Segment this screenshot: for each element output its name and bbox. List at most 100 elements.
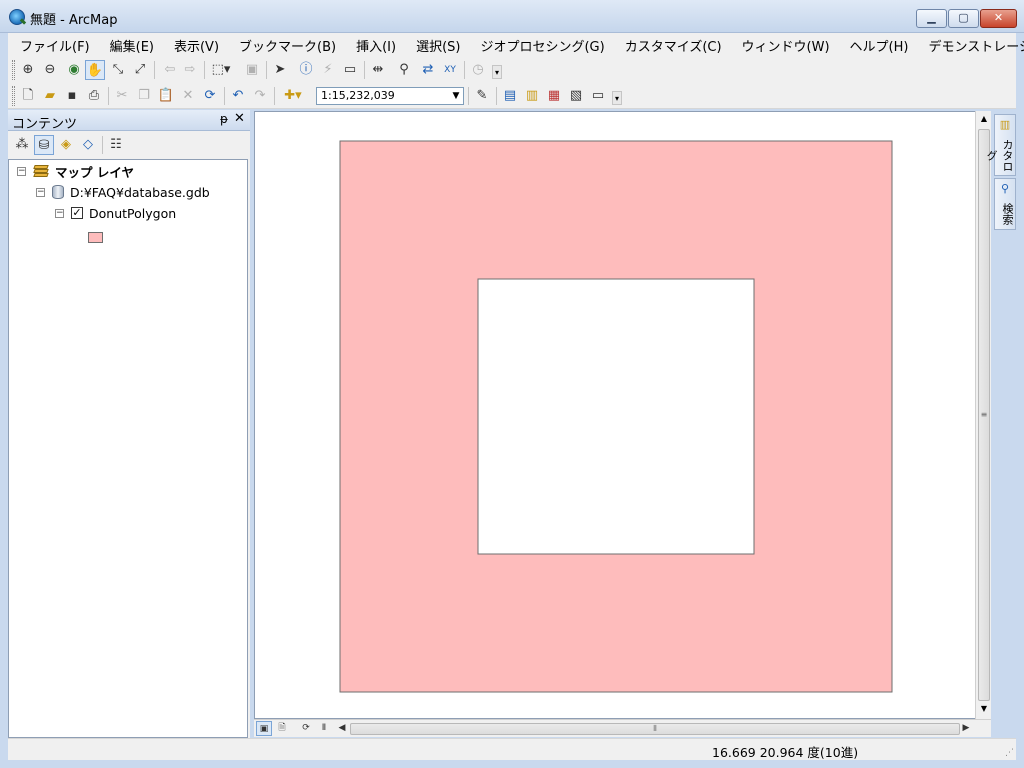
minimize-button[interactable]: ▁ <box>916 9 947 28</box>
scroll-right-icon[interactable]: ▶ <box>958 721 974 736</box>
html-popup-icon[interactable]: ▭ <box>340 60 360 80</box>
xy-icon[interactable]: XY <box>440 60 460 80</box>
pause-drawing-icon[interactable]: Ⅱ <box>316 721 332 736</box>
find-route-icon[interactable]: ⇄ <box>418 60 438 80</box>
close-icon[interactable]: ✕ <box>234 111 245 126</box>
toolbar-separator <box>496 87 497 105</box>
toolbar-separator <box>224 87 225 105</box>
vertical-scrollbar[interactable]: ▲ ≡ ▼ <box>975 111 991 719</box>
python-window-icon[interactable]: ▭ <box>588 86 608 106</box>
refresh-view-icon[interactable]: ⟳ <box>298 721 314 736</box>
back-arrow-icon[interactable]: ⇦ <box>160 60 180 80</box>
list-by-visibility-icon[interactable]: ◈ <box>56 135 76 155</box>
hyperlink-icon[interactable]: ⚡ <box>318 60 338 80</box>
tree-row-layer[interactable]: − ✓ DonutPolygon <box>55 203 176 223</box>
list-by-drawing-order-icon[interactable]: ⁂ <box>12 135 32 155</box>
layer-symbol-swatch[interactable] <box>88 232 103 243</box>
horizontal-scrollbar[interactable]: ▣ 🗎 ⟳ Ⅱ ◀ ⦀ ▶ <box>254 719 991 737</box>
scroll-down-icon[interactable]: ▼ <box>976 701 992 717</box>
select-features-icon[interactable]: ⬚▾ <box>208 60 234 80</box>
list-by-selection-icon[interactable]: ◇ <box>78 135 98 155</box>
scroll-up-icon[interactable]: ▲ <box>976 111 992 127</box>
editor-toolbar-icon[interactable]: ✎ <box>472 86 492 106</box>
toolbar-separator <box>364 61 365 79</box>
close-button[interactable]: ✕ <box>980 9 1017 28</box>
menu-insert[interactable]: 挿入(I) <box>344 36 404 55</box>
fixed-zoom-out-icon[interactable]: ⤢ <box>130 60 150 80</box>
new-document-icon[interactable]: 🗋 <box>18 86 38 106</box>
clear-selection-icon[interactable]: ▣ <box>242 60 262 80</box>
menu-edit[interactable]: 編集(E) <box>98 36 162 55</box>
menu-windows[interactable]: ウィンドウ(W) <box>730 36 838 55</box>
title-bar: 無題 - ArcMap ▁ ▢ ✕ <box>0 0 1024 33</box>
menu-geoprocessing[interactable]: ジオプロセシング(G) <box>468 36 612 55</box>
status-bar: 16.669 20.964 度(10進) ⋰ <box>8 738 1016 760</box>
add-data-icon[interactable]: ✚▾ <box>278 86 308 106</box>
pin-icon[interactable]: ᵽ <box>220 112 228 126</box>
menu-demonstration[interactable]: デモンストレーション <box>916 36 1024 55</box>
tree-row-map-layers[interactable]: − マップ レイヤ <box>17 161 134 181</box>
fixed-zoom-in-icon[interactable]: ⤡ <box>108 60 128 80</box>
pan-hand-icon[interactable]: ✋ <box>85 60 105 80</box>
toolbar-grip[interactable] <box>12 86 15 106</box>
donut-polygon[interactable] <box>339 140 893 693</box>
toolbar-grip[interactable] <box>12 60 15 80</box>
tree-row-database[interactable]: − D:¥FAQ¥database.gdb <box>36 182 210 202</box>
refresh-icon[interactable]: ⟳ <box>200 86 220 106</box>
zoom-out-icon[interactable]: ⊖ <box>40 60 60 80</box>
toolbar-separator <box>266 61 267 79</box>
collapse-icon[interactable]: − <box>36 187 45 197</box>
map-scale-combo[interactable]: 1:15,232,039 ▼ <box>316 87 464 105</box>
binoculars-icon[interactable]: ⚲ <box>394 60 414 80</box>
chevron-down-icon[interactable]: ▼ <box>449 88 463 104</box>
menu-customize[interactable]: カスタマイズ(C) <box>613 36 730 55</box>
catalog-window-icon[interactable]: ▥ <box>522 86 542 106</box>
collapse-icon[interactable]: − <box>55 208 64 218</box>
options-icon[interactable]: ☷ <box>106 135 126 155</box>
globe-icon[interactable]: ◉ <box>64 60 84 80</box>
menu-help[interactable]: ヘルプ(H) <box>838 36 917 55</box>
time-slider-icon[interactable]: ◷ <box>468 60 488 80</box>
undo-icon[interactable]: ↶ <box>228 86 248 106</box>
menu-file[interactable]: ファイル(F) <box>8 36 98 55</box>
menu-view[interactable]: 表示(V) <box>162 36 227 55</box>
toolbar-overflow-icon[interactable]: ▾ <box>492 65 502 79</box>
coordinate-readout: 16.669 20.964 度(10進) <box>712 745 859 760</box>
paste-icon[interactable]: 📋 <box>156 86 176 106</box>
scroll-left-icon[interactable]: ◀ <box>334 721 350 736</box>
toc-window-icon[interactable]: ▤ <box>500 86 520 106</box>
print-icon[interactable]: ⎙ <box>84 86 104 106</box>
delete-icon[interactable]: ✕ <box>178 86 198 106</box>
list-by-source-icon[interactable]: ⛁ <box>34 135 54 155</box>
open-folder-icon[interactable]: ▰ <box>40 86 60 106</box>
menu-selection[interactable]: 選択(S) <box>404 36 468 55</box>
map-canvas[interactable] <box>255 112 990 718</box>
toolbar-separator <box>204 61 205 79</box>
info-icon[interactable]: ⓘ <box>296 60 316 80</box>
copy-icon[interactable]: ❐ <box>134 86 154 106</box>
redo-icon[interactable]: ↷ <box>250 86 270 106</box>
search-tab[interactable]: ⚲ 検索 <box>994 178 1016 230</box>
maximize-button[interactable]: ▢ <box>948 9 979 28</box>
map-display[interactable] <box>254 111 991 719</box>
collapse-icon[interactable]: − <box>17 166 26 176</box>
vertical-scroll-thumb[interactable]: ≡ <box>978 129 990 701</box>
data-view-icon[interactable]: ▣ <box>256 721 272 736</box>
resize-grip-icon[interactable]: ⋰ <box>1005 748 1014 758</box>
cut-icon[interactable]: ✂ <box>112 86 132 106</box>
save-icon[interactable]: ▪ <box>62 86 82 106</box>
horizontal-scroll-thumb[interactable]: ⦀ <box>350 723 960 735</box>
toolbar-overflow-icon[interactable]: ▾ <box>612 91 622 105</box>
search-window-icon[interactable]: ▧ <box>566 86 586 106</box>
select-elements-icon[interactable]: ➤ <box>270 60 290 80</box>
zoom-in-icon[interactable]: ⊕ <box>18 60 38 80</box>
standard-toolbar: 🗋 ▰ ▪ ⎙ ✂ ❐ 📋 ✕ ⟳ ↶ ↷ ✚▾ 1:15,232,039 ▼ … <box>8 83 1016 109</box>
layer-visibility-checkbox[interactable]: ✓ <box>71 207 83 219</box>
arctoolbox-icon[interactable]: ▦ <box>544 86 564 106</box>
forward-arrow-icon[interactable]: ⇨ <box>180 60 200 80</box>
catalog-tab[interactable]: ▥ カタログ <box>985 114 1016 176</box>
measure-icon[interactable]: ⇹ <box>368 60 388 80</box>
toolbar-separator <box>274 87 275 105</box>
layout-view-icon[interactable]: 🗎 <box>274 721 290 736</box>
menu-bookmarks[interactable]: ブックマーク(B) <box>227 36 344 55</box>
